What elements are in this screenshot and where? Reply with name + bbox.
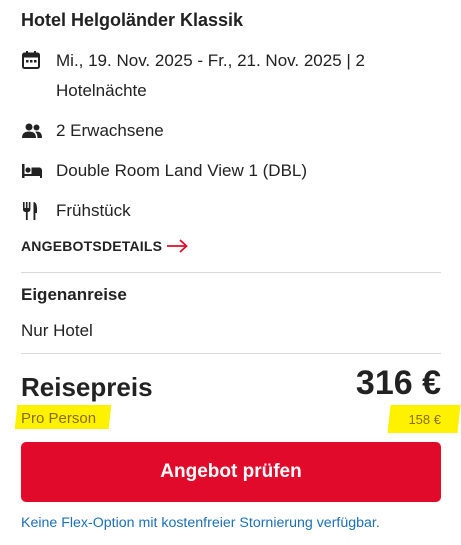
- guests: 2 Erwachsene: [56, 121, 164, 140]
- room-row: Double Room Land View 1 (DBL): [21, 156, 307, 186]
- arrow-right-icon: [166, 239, 189, 253]
- per-person-label: Pro Person: [21, 410, 97, 427]
- travel-dates: Mi., 19. Nov. 2025 - Fr., 21. Nov. 2025 …: [56, 51, 365, 100]
- price-label: Reisepreis: [21, 372, 153, 402]
- board-row: Frühstück: [21, 196, 131, 226]
- flex-option-note: Keine Flex-Option mit kostenfreier Storn…: [21, 515, 380, 531]
- offer-details-link[interactable]: ANGEBOTSDETAILS: [21, 238, 189, 254]
- cutlery-icon: [21, 200, 47, 222]
- divider: [21, 272, 441, 273]
- hotel-name: Hotel Helgoländer Klassik: [21, 10, 244, 30]
- offer-details-label: ANGEBOTSDETAILS: [21, 238, 163, 254]
- check-offer-button[interactable]: Angebot prüfen: [21, 442, 441, 502]
- travel-type: Eigenanreise: [21, 285, 127, 304]
- check-offer-label: Angebot prüfen: [160, 461, 302, 482]
- total-price: 316 €: [355, 364, 441, 402]
- board-type: Frühstück: [56, 201, 131, 220]
- divider: [21, 353, 441, 354]
- travel-dates-row: Mi., 19. Nov. 2025 - Fr., 21. Nov. 2025 …: [21, 46, 421, 106]
- package-type: Nur Hotel: [21, 321, 93, 340]
- guests-row: 2 Erwachsene: [21, 116, 164, 146]
- calendar-icon: [21, 49, 47, 71]
- room-type: Double Room Land View 1 (DBL): [56, 161, 308, 180]
- bed-icon: [21, 160, 47, 182]
- people-icon: [21, 120, 47, 142]
- per-person-price: 158 €: [408, 412, 441, 427]
